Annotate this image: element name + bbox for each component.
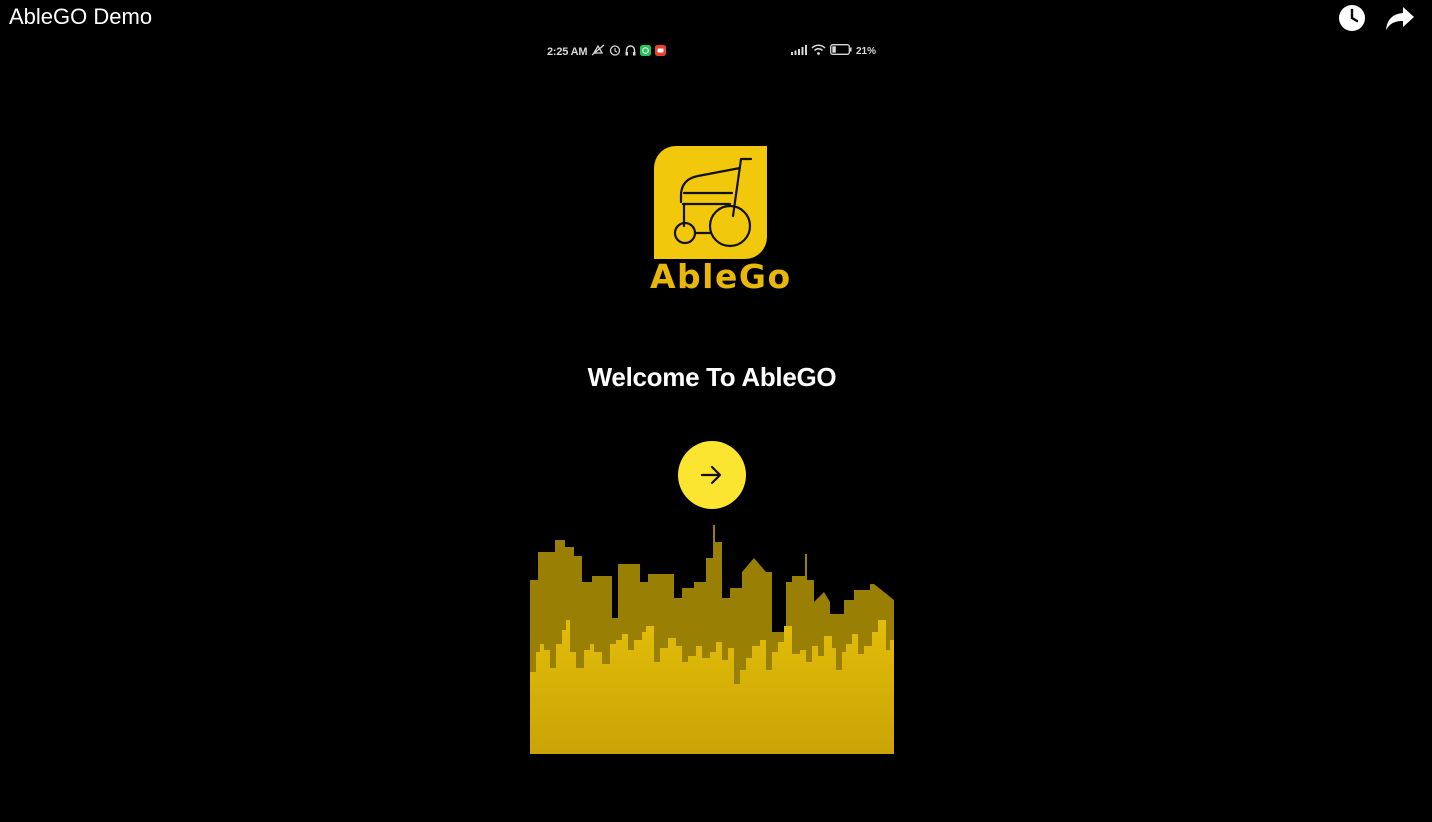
city-skyline-illustration [530, 522, 894, 754]
phone-screen: 2:25 AM 21% AbleGo Welcome To AbleGO [530, 36, 894, 754]
status-bar: 2:25 AM 21% [530, 40, 894, 60]
signal-icon [790, 44, 807, 58]
logo-tile [654, 146, 767, 259]
app-logo: AbleGo [650, 146, 792, 296]
logo-text: AbleGo [650, 257, 792, 296]
whatsapp-icon [640, 44, 652, 59]
status-time: 2:25 AM [547, 45, 588, 58]
video-actions [1336, 2, 1416, 34]
wheelchair-icon [673, 157, 753, 248]
silent-icon [591, 44, 605, 59]
watch-later-icon[interactable] [1336, 2, 1368, 34]
battery-level [832, 46, 836, 53]
video-frame: AbleGO Demo 2:25 AM 21% AbleGo Welcome T… [0, 0, 1432, 822]
next-button[interactable] [678, 441, 746, 509]
status-right: 21% [790, 44, 876, 58]
notification-app-icon [655, 44, 667, 59]
welcome-heading: Welcome To AbleGO [587, 362, 837, 392]
status-left: 2:25 AM [547, 44, 667, 59]
share-icon[interactable] [1384, 2, 1416, 34]
arrow-right-icon [700, 465, 722, 485]
battery-text: 21% [855, 45, 876, 57]
headset-icon [625, 44, 636, 59]
battery-icon [830, 44, 852, 58]
alarm-icon [609, 44, 621, 59]
video-title: AbleGO Demo [9, 4, 153, 29]
wifi-icon [811, 44, 826, 58]
